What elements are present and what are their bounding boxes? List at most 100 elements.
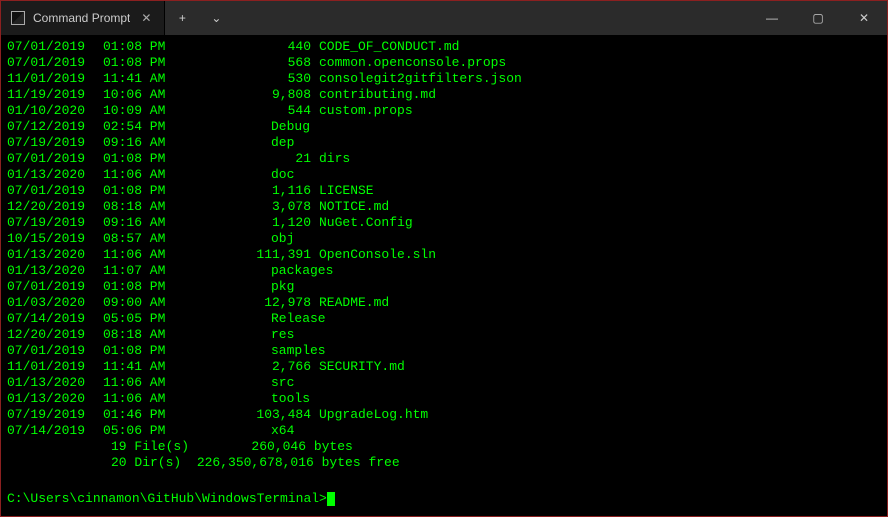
col-time: 01:08 PM [103,39,175,55]
app-window: Command Prompt ✕ + ⌄ — ▢ ✕ 07/01/2019 01:… [0,0,888,517]
dir-listing-row: 07/12/201902:54 PMDebug [7,119,881,135]
col-filename: Debug [271,119,310,135]
col-time: 08:57 AM [103,231,175,247]
titlebar[interactable]: Command Prompt ✕ + ⌄ — ▢ ✕ [1,1,887,35]
col-date: 12/20/2019 [7,327,87,343]
col-date: 12/20/2019 [7,199,87,215]
col-dir-marker: src [175,375,223,391]
col-date: 07/01/2019 [7,343,87,359]
col-filename: common.openconsole.props [319,55,506,71]
tab-title: Command Prompt [33,11,130,25]
maximize-button[interactable]: ▢ [795,1,841,35]
tab-dropdown-button[interactable]: ⌄ [199,1,233,35]
dir-listing-row: 07/01/2019 01:08 PM samples [7,343,881,359]
col-size: 2,766 [223,359,311,375]
col-date: 07/19/2019 [7,215,87,231]
titlebar-drag-region[interactable] [233,1,749,35]
col-date: 10/15/2019 [7,231,87,247]
col-filename: custom.props [319,103,413,119]
dir-listing-row: 01/13/2020 11:06 AM doc [7,167,881,183]
col-filename: README.md [319,295,389,311]
col-filename: packages [271,263,333,279]
col-date: 07/19/2019 [7,407,87,423]
col-size: 103,484 [223,407,311,423]
col-dir-marker: packages [175,263,223,279]
col-time: 08:18 AM [103,199,175,215]
col-filename: consolegit2gitfilters.json [319,71,522,87]
terminal-output[interactable]: 07/01/201901:08 PM440CODE_OF_CONDUCT.md0… [1,35,887,516]
dir-listing-row: 07/14/201905:05 PMRelease [7,311,881,327]
dir-listing-row: 07/14/2019 05:06 PMx64 [7,423,881,439]
col-filename: dirs [319,151,350,167]
dir-listing-row: 11/19/201910:06 AM9,808contributing.md [7,87,881,103]
tab-active[interactable]: Command Prompt ✕ [1,1,165,35]
tab-close-button[interactable]: ✕ [138,10,154,26]
new-tab-button[interactable]: + [165,1,199,35]
col-dir-marker: Release [175,311,223,327]
col-time: 02:54 PM [103,119,175,135]
col-time: 05:06 PM [103,423,175,439]
col-filename: Release [271,311,326,327]
col-dir-marker: Debug [175,119,223,135]
col-date: 11/01/2019 [7,71,87,87]
col-date: 01/13/2020 [7,263,87,279]
col-date: 01/10/2020 [7,103,87,119]
dir-listing-row: 11/01/201911:41 AM2,766SECURITY.md [7,359,881,375]
col-time: 01:08 PM [103,183,175,199]
minimize-button[interactable]: — [749,1,795,35]
col-dir-marker: dep [175,135,223,151]
col-size: 21 [223,151,311,167]
col-filename: CODE_OF_CONDUCT.md [319,39,459,55]
col-time: 01:08 PM [103,151,175,167]
cmd-icon [11,11,25,25]
dir-listing-row: 01/13/202011:06 AMsrc [7,375,881,391]
col-dir-marker: pkg [175,279,223,295]
dir-listing-row: 07/19/201909:16 AMdep [7,135,881,151]
col-size: 3,078 [223,199,311,215]
col-date: 07/01/2019 [7,183,87,199]
col-filename: doc [271,167,294,183]
col-time: 11:06 AM [103,391,175,407]
dir-listing-row: 07/19/201901:46 PM103,484UpgradeLog.htm [7,407,881,423]
cursor [327,492,335,506]
dir-listing-row: 01/13/202011:06 AM111,391OpenConsole.sln [7,247,881,263]
col-date: 07/01/2019 [7,279,87,295]
dir-listing-row: 11/01/201911:41 AM530consolegit2gitfilte… [7,71,881,87]
col-date: 11/19/2019 [7,87,87,103]
col-size: 111,391 [223,247,311,263]
col-time: 11:06 AM [103,167,175,183]
col-time: 09:16 AM [103,135,175,151]
col-filename: dep [271,135,294,151]
col-filename: tools [271,391,310,407]
dir-listing-row: 07/19/201909:16 AM1,120NuGet.Config [7,215,881,231]
col-date: 01/13/2020 [7,167,87,183]
close-button[interactable]: ✕ [841,1,887,35]
col-time: 01:08 PM [103,343,175,359]
col-time: 01:08 PM [103,55,175,71]
col-date: 11/01/2019 [7,359,87,375]
col-filename: NuGet.Config [319,215,413,231]
col-date: 07/14/2019 [7,423,87,439]
col-filename: LICENSE [319,183,374,199]
dir-listing-row: 07/01/2019 01:08 PM 1,116 LICENSE [7,183,881,199]
col-time: 11:06 AM [103,247,175,263]
col-filename: obj [271,231,294,247]
col-dir-marker: x64 [175,423,223,439]
col-size: 544 [223,103,311,119]
col-date: 07/19/2019 [7,135,87,151]
dir-listing-row: 07/01/2019 01:08 PM 568 common.openconsole.… [7,55,881,71]
summary-files: 19 File(s) 260,046 bytes [7,439,881,455]
dir-listing-row: 01/10/202010:09 AM544custom.props [7,103,881,119]
col-date: 07/01/2019 [7,55,87,71]
col-size: 1,116 [223,183,311,199]
col-size: 568 [223,55,311,71]
col-filename: samples [271,343,326,359]
prompt-line[interactable]: C:\Users\cinnamon\GitHub\WindowsTerminal… [7,491,881,507]
col-time: 11:07 AM [103,263,175,279]
col-filename: UpgradeLog.htm [319,407,428,423]
col-time: 11:41 AM [103,71,175,87]
summary-dirs: 20 Dir(s) 226,350,678,016 bytes free [7,455,881,471]
dir-listing-row: 01/13/202011:07 AMpackages [7,263,881,279]
col-date: 07/01/2019 [7,151,87,167]
col-filename: SECURITY.md [319,359,405,375]
